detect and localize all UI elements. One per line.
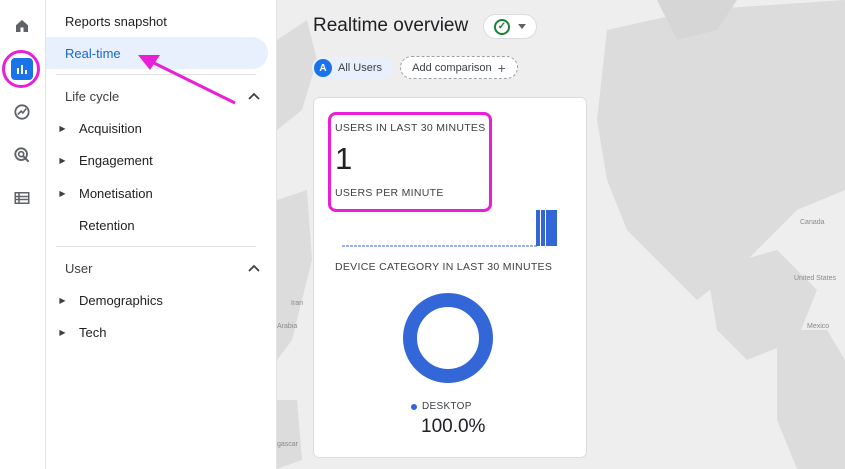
nav-retention-label: Retention <box>79 217 135 233</box>
users-highlight-box <box>328 112 492 212</box>
nav-acquisition-label: Acquisition <box>79 120 142 136</box>
advertising-icon[interactable] <box>5 138 39 172</box>
users-per-minute-chart <box>342 210 557 247</box>
all-users-label: All Users <box>338 62 383 74</box>
explore-icon[interactable] <box>5 95 39 129</box>
page-title: Realtime overview <box>313 15 469 36</box>
all-users-chip[interactable]: A All Users <box>312 57 392 79</box>
section-user-title: User <box>65 260 93 276</box>
nav-reports-snapshot[interactable]: Reports snapshot <box>46 5 167 37</box>
map-label: gascar <box>277 441 299 448</box>
plus-icon: + <box>497 59 506 76</box>
icon-rail <box>0 0 46 469</box>
device-legend: DESKTOP <box>411 401 472 412</box>
map-label: United States <box>794 275 837 282</box>
rail-highlight-ring <box>2 50 40 88</box>
map-label: Canada <box>800 219 825 226</box>
nav-acquisition[interactable]: ▶ Acquisition <box>46 112 268 144</box>
map-label: Arabia <box>277 323 298 330</box>
expand-arrow-icon: ▶ <box>59 123 66 133</box>
realtime-main: Canada United States Mexico Iran Arabia … <box>277 0 845 469</box>
nav-tech[interactable]: ▶ Tech <box>46 316 268 348</box>
reports-nav: Reports snapshot Real-time Life cycle ▶ … <box>46 0 277 469</box>
expand-arrow-icon: ▶ <box>59 327 66 337</box>
nav-demographics-label: Demographics <box>79 292 163 308</box>
expand-arrow-icon: ▶ <box>59 295 66 305</box>
add-comparison-button[interactable]: Add comparison + <box>400 56 518 79</box>
nav-demographics[interactable]: ▶ Demographics <box>46 284 268 316</box>
nav-tech-label: Tech <box>79 324 107 340</box>
configure-icon[interactable] <box>5 181 39 215</box>
device-donut-chart <box>403 293 493 383</box>
segment-badge: A <box>314 59 332 77</box>
home-icon[interactable] <box>5 9 39 43</box>
nav-monetisation[interactable]: ▶ Monetisation <box>46 177 268 209</box>
desktop-percentage: 100.0% <box>421 416 486 437</box>
nav-retention[interactable]: Retention <box>46 209 268 241</box>
expand-arrow-icon: ▶ <box>59 188 66 198</box>
add-comparison-label: Add comparison <box>412 61 492 74</box>
legend-dot <box>411 403 417 410</box>
nav-realtime[interactable]: Real-time <box>46 37 268 69</box>
nav-monetisation-label: Monetisation <box>79 185 153 201</box>
map-label: Iran <box>291 300 304 307</box>
nav-engagement-label: Engagement <box>79 152 153 168</box>
nav-divider <box>56 246 256 247</box>
section-lifecycle[interactable]: Life cycle <box>65 81 260 111</box>
chevron-up-icon <box>248 264 260 272</box>
device-label: DEVICE CATEGORY IN LAST 30 MINUTES <box>335 261 553 273</box>
realtime-card: USERS IN LAST 30 MINUTES 1 USERS PER MIN… <box>313 97 587 458</box>
section-user[interactable]: User <box>65 253 260 283</box>
dropdown-arrow-icon <box>518 24 526 29</box>
section-lifecycle-title: Life cycle <box>65 88 120 104</box>
nav-engagement[interactable]: ▶ Engagement <box>46 144 268 176</box>
check-circle-icon: ✓ <box>494 18 510 35</box>
map-label: Mexico <box>807 323 830 330</box>
legend-label: DESKTOP <box>422 401 472 412</box>
status-dropdown[interactable]: ✓ <box>483 14 537 39</box>
chevron-up-icon <box>248 92 260 100</box>
expand-arrow-icon: ▶ <box>59 155 66 165</box>
nav-divider <box>56 74 256 75</box>
